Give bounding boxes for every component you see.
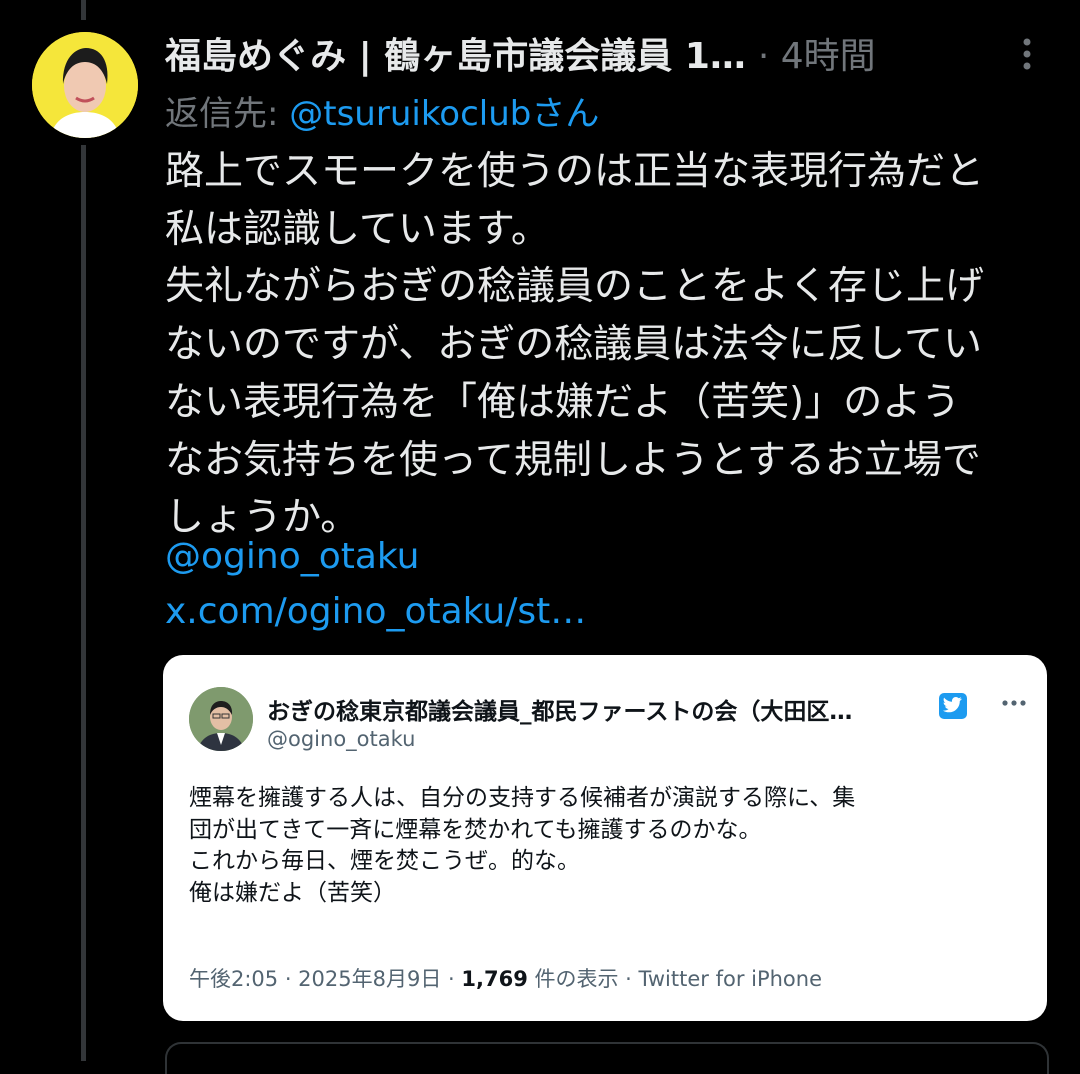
tweet-header: 福島めぐみ | 鶴ヶ島市議会議員 1… · 4時間	[165, 28, 1045, 78]
twitter-bird-badge-icon	[939, 693, 967, 719]
quoted-display-name[interactable]: おぎの稔東京都議会議員_都民ファーストの会（大田区…	[267, 692, 927, 726]
quoted-source: 件の表示 · Twitter for iPhone	[527, 967, 823, 991]
reply-to: 返信先: @tsuruikoclubさん	[165, 86, 599, 135]
url-link[interactable]: x.com/ogino_otaku/st…	[165, 591, 586, 632]
thread-line	[81, 145, 86, 1061]
next-card-edge	[165, 1042, 1049, 1074]
quoted-view-count: 1,769	[461, 967, 528, 991]
tweet-text: 路上でスモークを使うのは正当な表現行為だと 私は認識しています。 失礼ながらおぎ…	[165, 149, 985, 541]
quoted-tweet-card[interactable]: おぎの稔東京都議会議員_都民ファーストの会（大田区… @ogino_otaku …	[163, 655, 1047, 1021]
quoted-handle[interactable]: @ogino_otaku	[267, 727, 415, 751]
more-vertical-icon[interactable]	[1012, 34, 1042, 74]
reply-handle-link[interactable]: @tsuruikoclubさん	[289, 94, 599, 134]
quoted-timestamp[interactable]: 午後2:05 · 2025年8月9日 ·	[189, 967, 461, 991]
quoted-tweet-text: 煙幕を擁護する人は、自分の支持する候補者が演説する際に、集 団が出てきて一斉に煙…	[189, 785, 856, 906]
thread-line-top	[81, 0, 86, 20]
quoted-meta: 午後2:05 · 2025年8月9日 · 1,769 件の表示 · Twitte…	[189, 963, 822, 993]
quoted-avatar[interactable]	[189, 687, 253, 751]
mention-link[interactable]: @ogino_otaku	[165, 536, 419, 577]
more-horizontal-icon[interactable]	[999, 691, 1029, 715]
display-name[interactable]: 福島めぐみ | 鶴ヶ島市議会議員 1…	[165, 27, 746, 79]
timestamp[interactable]: · 4時間	[758, 27, 876, 79]
reply-prefix: 返信先:	[165, 94, 290, 134]
avatar[interactable]	[32, 32, 138, 138]
